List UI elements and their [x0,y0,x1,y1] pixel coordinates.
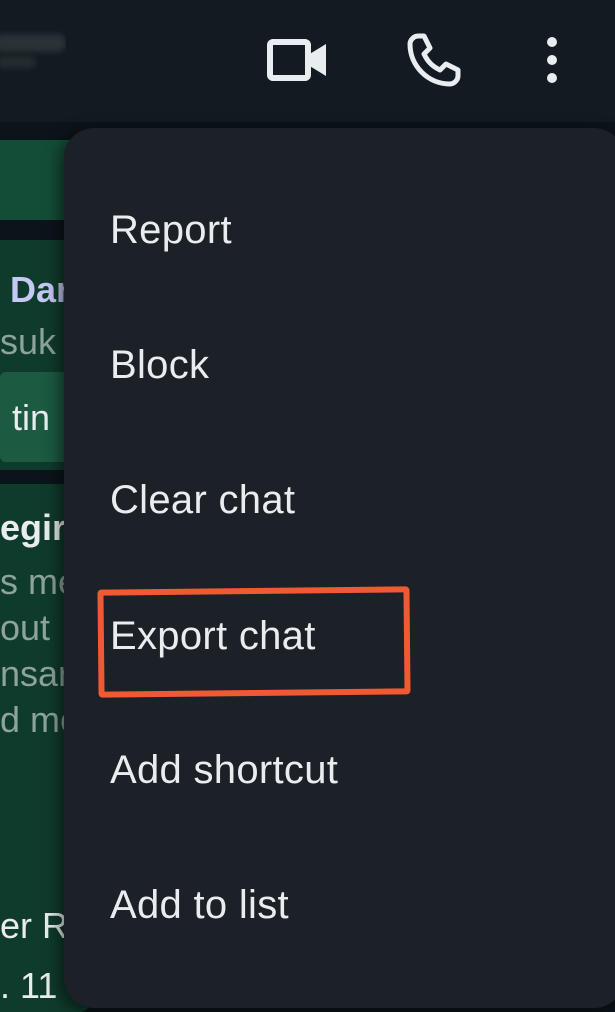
overflow-menu: Report Block Clear chat Export chat Add … [64,128,615,1008]
menu-item-add-shortcut[interactable]: Add shortcut [110,748,338,793]
video-camera-icon [267,39,326,81]
menu-item-clear-chat[interactable]: Clear chat [110,478,295,523]
message-sender-fragment: Dar [10,269,71,310]
message-text-fragment: out [0,607,51,648]
contact-name-redacted[interactable] [0,30,66,76]
message-text-fragment: nsar [0,653,71,694]
message-title-fragment: egir [0,507,67,548]
voice-call-button[interactable] [404,30,464,90]
export-chat-highlight-box [97,586,411,698]
message-text-fragment: . 11 [0,965,58,1006]
video-call-button[interactable] [264,34,332,86]
phone-icon [407,33,461,87]
more-options-button[interactable] [534,34,570,88]
more-vertical-icon [547,37,557,83]
menu-item-block[interactable]: Block [110,343,209,388]
menu-item-add-to-list[interactable]: Add to list [110,883,289,928]
message-text-fragment: suk [0,321,57,362]
message-text-fragment: tin [12,397,51,438]
message-text-fragment: er R [0,905,69,946]
chat-header [0,0,615,122]
menu-item-report[interactable]: Report [110,208,232,253]
